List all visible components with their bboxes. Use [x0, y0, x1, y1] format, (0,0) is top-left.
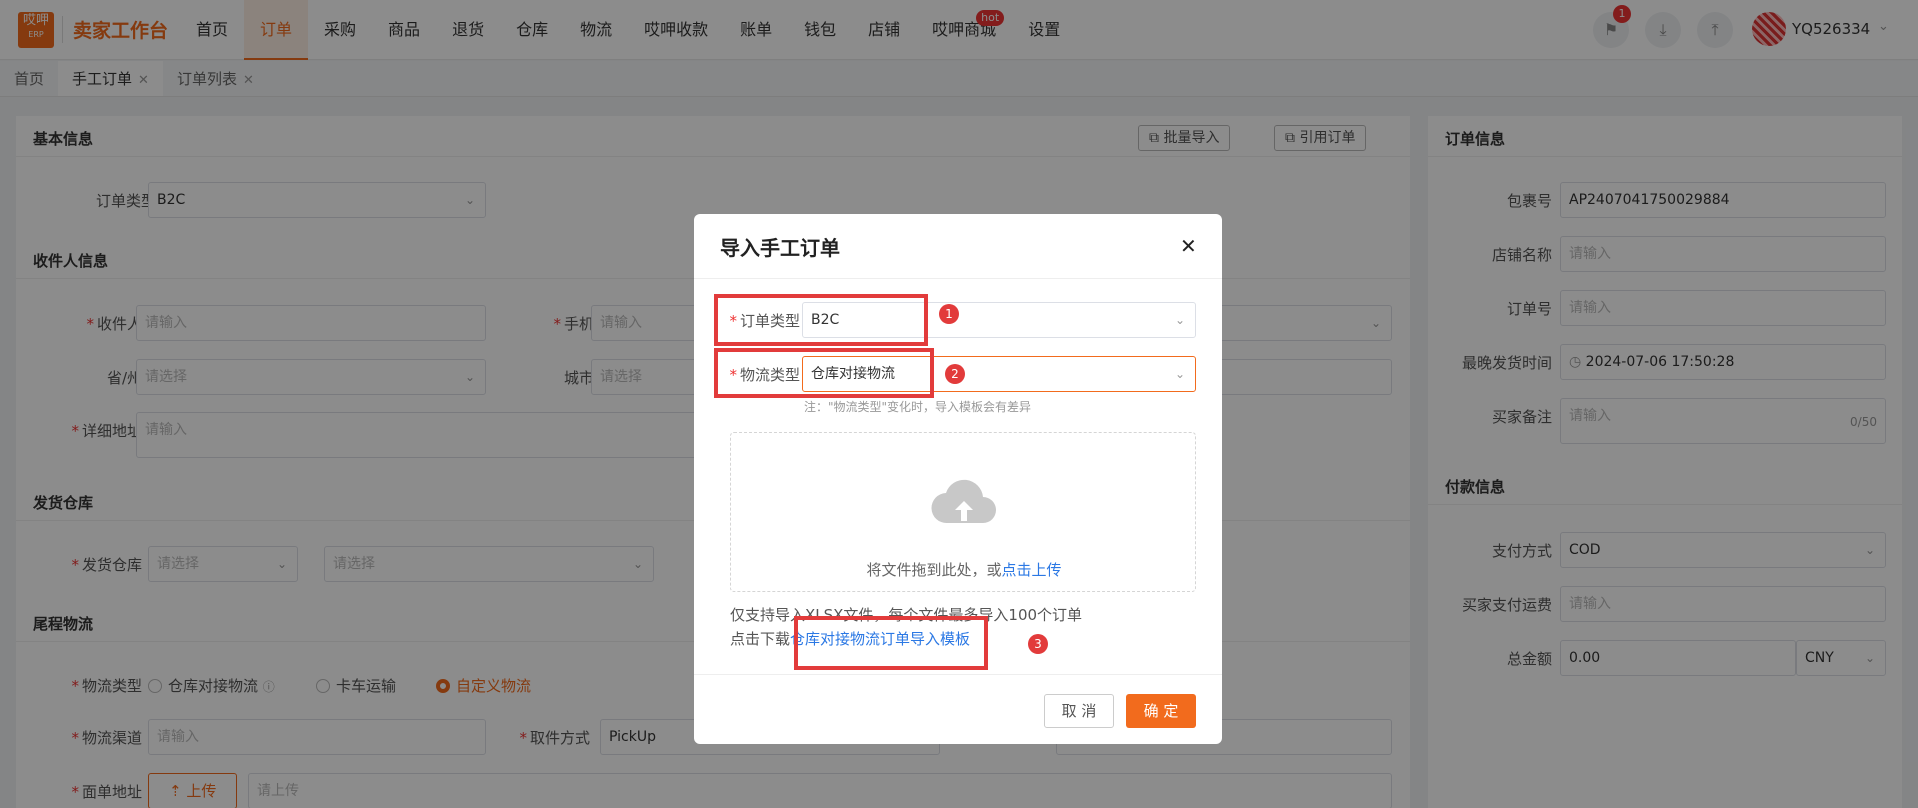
- cancel-button[interactable]: 取 消: [1044, 694, 1114, 728]
- annotation-box: [714, 348, 934, 398]
- import-order-dialog: 导入手工订单 ✕ * 订单类型 B2C ⌄ * 物流类型 仓库对接物流 ⌄ 注："物流类…: [694, 214, 1222, 744]
- chevron-down-icon: ⌄: [1174, 313, 1185, 327]
- logistics-note: 注："物流类型"变化时，导入模板会有差异: [804, 400, 1032, 414]
- annotation-marker: 3: [1028, 634, 1048, 654]
- annotation-marker: 1: [939, 304, 959, 324]
- cloud-upload-icon: [931, 479, 996, 524]
- download-prefix: 点击下载: [730, 630, 791, 648]
- annotation-box: [794, 616, 988, 670]
- annotation-marker: 2: [945, 364, 965, 384]
- divider: [694, 674, 1222, 675]
- dialog-title: 导入手工订单: [720, 236, 840, 260]
- close-icon[interactable]: ✕: [1180, 234, 1197, 258]
- drop-instructions: 将文件拖到此处，或点击上传: [731, 559, 1197, 580]
- drop-text: 将文件拖到此处，或: [866, 561, 1002, 579]
- divider: [694, 278, 1222, 279]
- file-drop-zone[interactable]: 将文件拖到此处，或点击上传: [730, 432, 1196, 592]
- annotation-box: [714, 294, 928, 346]
- chevron-down-icon: ⌄: [1174, 367, 1185, 381]
- click-upload-link[interactable]: 点击上传: [1002, 561, 1062, 579]
- confirm-button[interactable]: 确 定: [1126, 694, 1196, 728]
